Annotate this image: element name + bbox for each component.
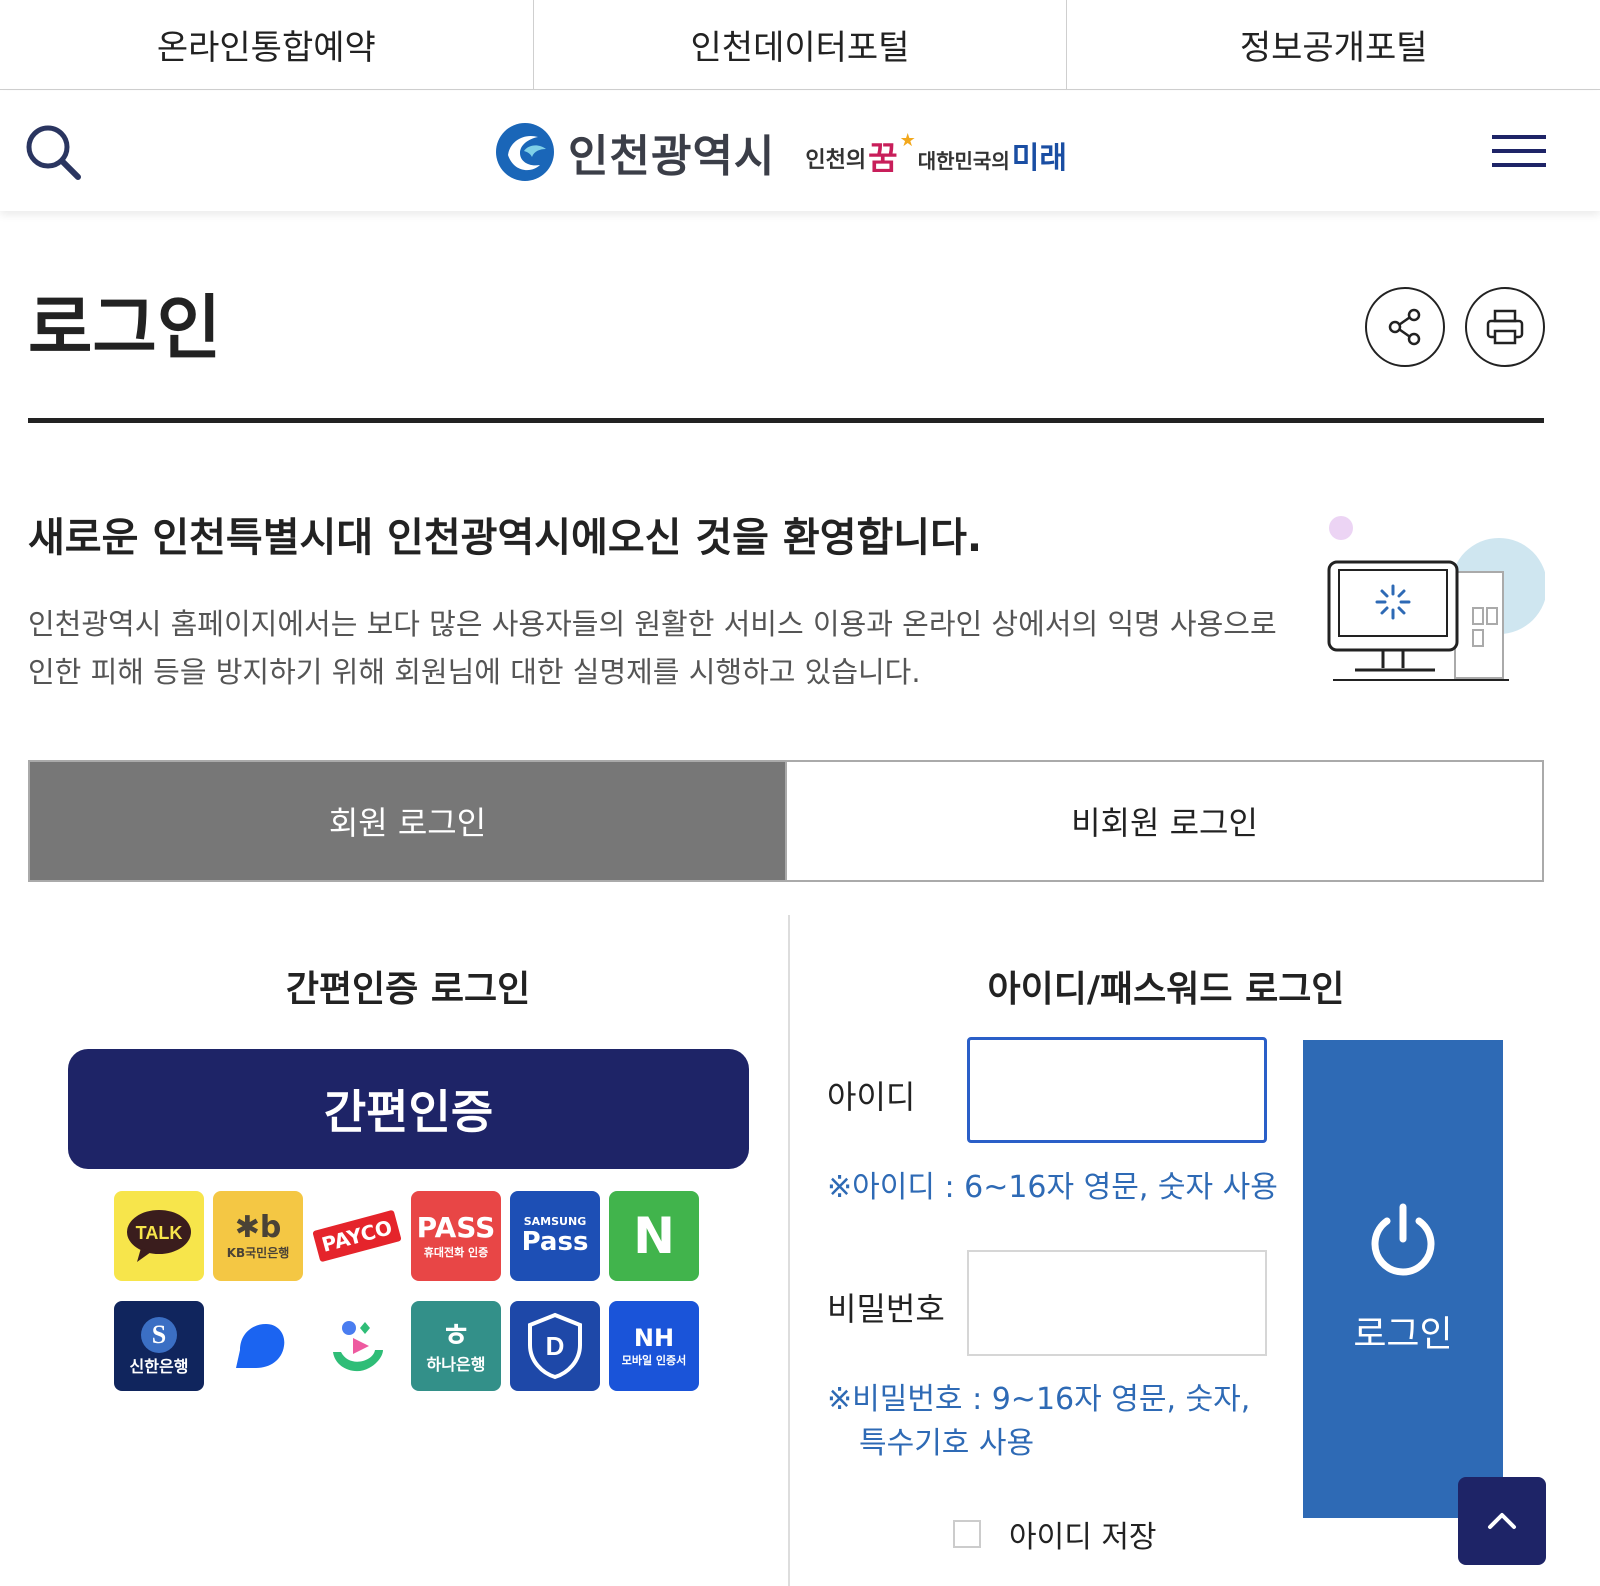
provider-kb[interactable]: ✱b KB국민은행 xyxy=(213,1191,303,1281)
tab-member-login[interactable]: 회원 로그인 xyxy=(30,762,785,880)
portal-link-reservation[interactable]: 온라인통합예약 xyxy=(0,0,534,89)
provider-hana-label: 하나은행 xyxy=(426,1355,486,1374)
slogan-part1: 인천의 xyxy=(805,148,867,173)
banksalad-icon xyxy=(333,1321,383,1372)
provider-pass-sub: 휴대전화 인증 xyxy=(423,1245,489,1259)
shield-icon: D xyxy=(528,1312,582,1380)
id-hint: ※아이디 : 6~16자 영문, 숫자 사용 xyxy=(827,1170,1278,1205)
provider-kakaotalk[interactable]: TALK xyxy=(114,1191,204,1281)
password-hint-line-1: ※비밀번호 : 9~16자 영문, 숫자, xyxy=(827,1382,1251,1417)
incheon-logo-icon xyxy=(496,123,554,181)
provider-dream-security[interactable]: D xyxy=(510,1301,600,1391)
provider-shinhan-label: 신한은행 xyxy=(129,1357,189,1377)
hana-logo-icon: ㅎ xyxy=(441,1315,471,1354)
provider-pass-label: PASS xyxy=(416,1211,496,1244)
payco-logo-icon: PAYCO xyxy=(312,1209,402,1263)
id-label: 아이디 xyxy=(827,1078,916,1116)
provider-naver[interactable]: N xyxy=(609,1191,699,1281)
provider-banksalad[interactable] xyxy=(312,1301,402,1391)
provider-pass[interactable]: PASS 휴대전화 인증 xyxy=(411,1191,501,1281)
kakaotalk-icon: TALK xyxy=(127,1210,191,1262)
site-logo[interactable]: 인천광역시 인천의 꿈 ★ 대한민국의 미래 xyxy=(494,119,1067,185)
idpw-login-heading: 아이디/패스워드 로그인 xyxy=(987,969,1345,1010)
share-icon xyxy=(1388,308,1421,346)
save-id-checkbox[interactable] xyxy=(953,1520,981,1548)
provider-hana[interactable]: ㅎ 하나은행 xyxy=(411,1301,501,1391)
welcome-line-2: 인한 피해 등을 방지하기 위해 회원님에 대한 실명제를 시행하고 있습니다. xyxy=(28,655,921,689)
search-icon xyxy=(26,125,81,180)
password-hint-line-2: 특수기호 사용 xyxy=(859,1426,1035,1461)
password-hint: ※비밀번호 : 9~16자 영문, 숫자, 특수기호 사용 xyxy=(827,1378,1250,1466)
logo-text: 인천광역시 xyxy=(568,131,776,182)
slogan-part3: 대한민국의 xyxy=(917,149,1010,173)
provider-samsung-pass[interactable]: SAMSUNG Pass xyxy=(510,1191,600,1281)
portal-bar: 온라인통합예약 인천데이터포털 정보공개포털 xyxy=(0,0,1600,90)
portal-link-info[interactable]: 정보공개포털 xyxy=(1067,0,1600,89)
provider-nh[interactable]: NH 모바일 인증서 xyxy=(609,1301,699,1391)
welcome-title: 새로운 인천특별시대 인천광역시에오신 것을 환영합니다. xyxy=(28,515,983,561)
svg-text:D: D xyxy=(546,1331,565,1361)
provider-toss[interactable] xyxy=(213,1301,303,1391)
provider-kb-label: KB국민은행 xyxy=(226,1246,290,1261)
id-input[interactable] xyxy=(967,1037,1267,1143)
login-button[interactable]: 로그인 xyxy=(1303,1040,1503,1518)
computer-illustration-icon xyxy=(1327,516,1545,681)
provider-payco[interactable]: PAYCO xyxy=(312,1191,402,1281)
slogan: 인천의 꿈 ★ 대한민국의 미래 xyxy=(805,130,1067,174)
save-id-label: 아이디 저장 xyxy=(1009,1520,1157,1555)
print-icon xyxy=(1486,309,1524,345)
password-input[interactable] xyxy=(967,1250,1267,1356)
password-label: 비밀번호 xyxy=(827,1290,945,1328)
welcome-line-1: 인천광역시 홈페이지에서는 보다 많은 사용자들의 원활한 서비스 이용과 온라… xyxy=(28,607,1277,641)
login-button-label: 로그인 xyxy=(1353,1314,1453,1355)
chevron-up-icon xyxy=(1488,1513,1516,1529)
toss-icon xyxy=(236,1324,285,1368)
star-icon: ★ xyxy=(899,130,916,151)
svg-text:TALK: TALK xyxy=(136,1223,183,1243)
provider-samsung-label: Pass xyxy=(521,1227,589,1258)
slogan-part4: 미래 xyxy=(1011,141,1067,176)
menu-button[interactable] xyxy=(1492,127,1548,175)
provider-payco-label: PAYCO xyxy=(319,1215,395,1257)
provider-naver-label: N xyxy=(633,1206,675,1265)
provider-nh-label: NH xyxy=(633,1324,675,1353)
site-header: 인천광역시 인천의 꿈 ★ 대한민국의 미래 xyxy=(0,91,1600,211)
hamburger-menu-icon xyxy=(1492,135,1546,167)
svg-text:S: S xyxy=(152,1320,166,1349)
welcome-description: 인천광역시 홈페이지에서는 보다 많은 사용자들의 원활한 서비스 이용과 온라… xyxy=(28,600,1318,696)
easy-login-heading: 간편인증 로그인 xyxy=(285,969,531,1010)
search-button[interactable] xyxy=(22,121,84,183)
kb-logo-icon: ✱b xyxy=(234,1210,282,1246)
slogan-part2: 꿈 xyxy=(868,139,898,177)
login-tabs: 회원 로그인 비회원 로그인 xyxy=(28,760,1544,882)
portal-link-data[interactable]: 인천데이터포털 xyxy=(534,0,1068,89)
print-button[interactable] xyxy=(1465,287,1545,367)
scroll-to-top-button[interactable] xyxy=(1458,1477,1546,1565)
save-id-option[interactable]: 아이디 저장 xyxy=(953,1512,1157,1556)
provider-nh-sub: 모바일 인증서 xyxy=(621,1353,687,1367)
tab-guest-login[interactable]: 비회원 로그인 xyxy=(785,762,1542,880)
title-divider xyxy=(28,418,1544,423)
share-button[interactable] xyxy=(1365,287,1445,367)
power-icon xyxy=(1371,1203,1435,1276)
column-divider xyxy=(788,915,790,1586)
page-title: 로그인 xyxy=(28,287,222,369)
shinhan-logo-icon: S xyxy=(141,1317,177,1354)
provider-shinhan[interactable]: S 신한은행 xyxy=(114,1301,204,1391)
easy-auth-button[interactable]: 간편인증 xyxy=(68,1049,749,1169)
auth-provider-grid: TALK ✱b KB국민은행 PAYCO PASS 휴대전화 인증 SAMSUN… xyxy=(114,1191,704,1391)
